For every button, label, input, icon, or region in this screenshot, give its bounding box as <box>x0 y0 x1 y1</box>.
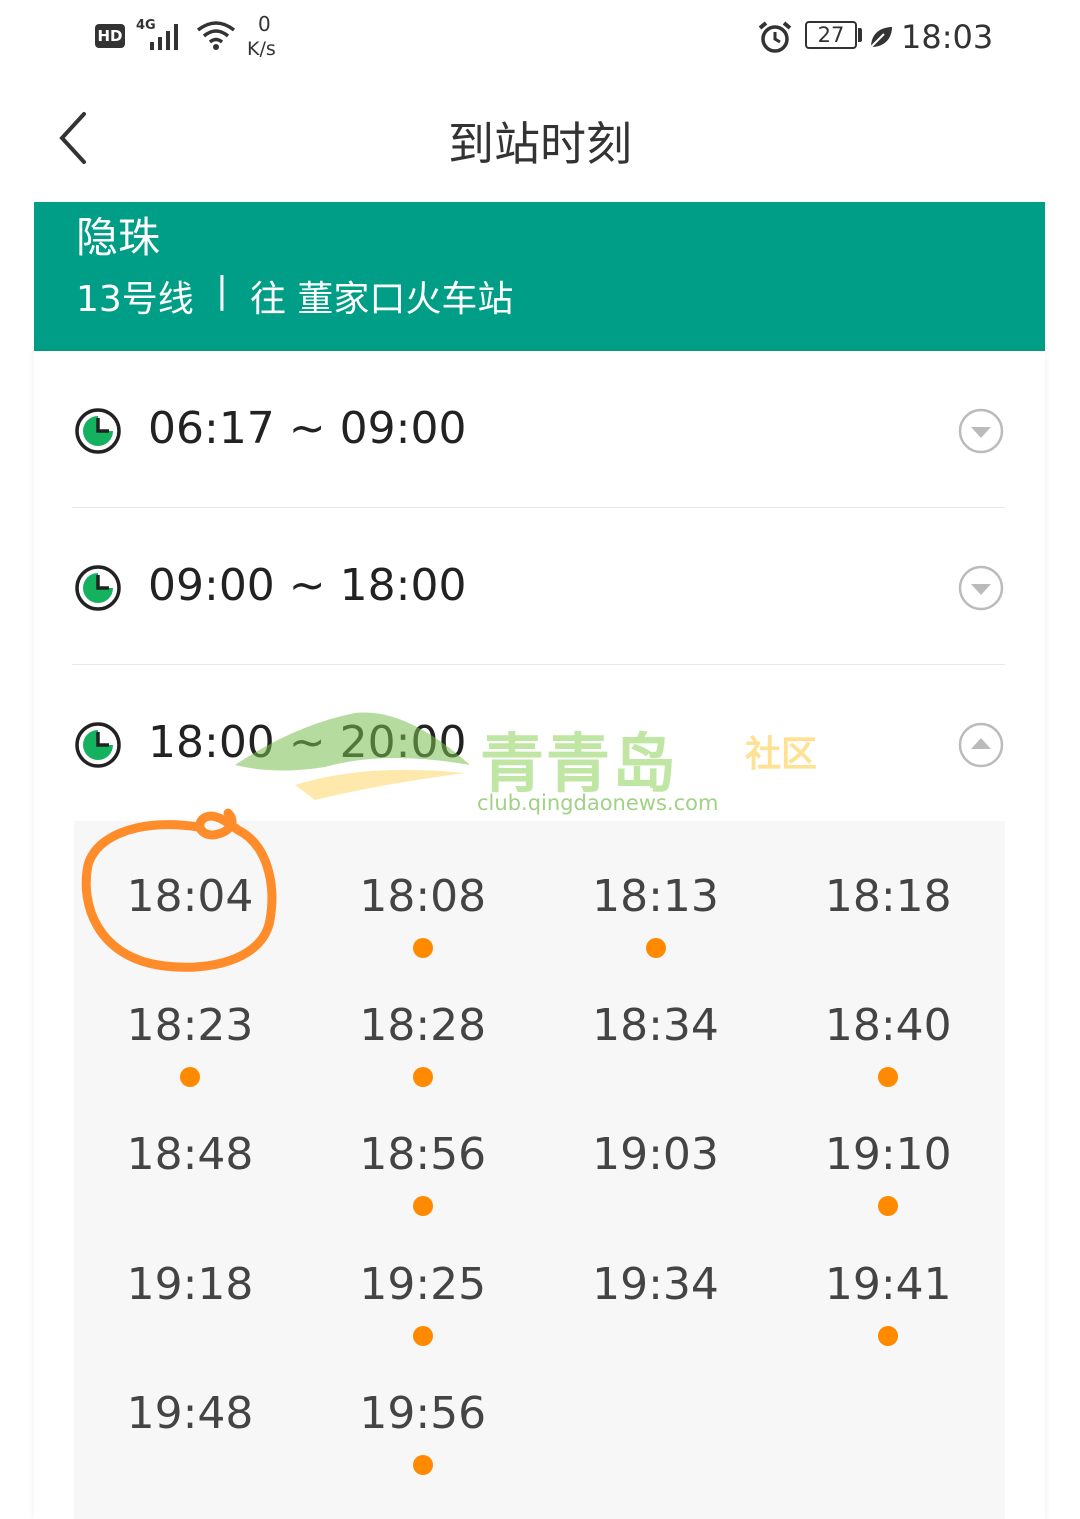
hand-drawn-circle-annotation <box>81 808 277 972</box>
period-label: 09:00 ~ 18:00 <box>148 560 467 611</box>
arrival-time-item: 19:03 <box>540 1079 772 1208</box>
arrival-time-item: 18:48 <box>74 1079 306 1208</box>
arrival-marker-dot <box>878 1325 899 1346</box>
line-number: 13号线 <box>76 279 194 320</box>
arrival-time-item: 18:28 <box>307 950 539 1088</box>
arrival-time-item: 19:56 <box>307 1338 539 1475</box>
arrival-time-text: 18:40 <box>824 1000 952 1052</box>
arrival-time-text: 19:25 <box>359 1258 487 1310</box>
clock-icon <box>75 408 121 454</box>
arrival-time-text: 19:10 <box>824 1129 952 1181</box>
arrival-time-text: 19:18 <box>126 1258 254 1310</box>
arrival-marker-dot <box>412 1454 433 1475</box>
arrival-time-item: 18:56 <box>307 1079 539 1217</box>
expand-down-icon[interactable] <box>957 564 1005 612</box>
arrival-time-item: 18:34 <box>540 950 772 1079</box>
line-separator: | <box>215 270 228 311</box>
cell-signal-icon <box>150 24 178 50</box>
status-bar: HD 4G 0 K/s 27 18:03 <box>0 0 1080 78</box>
arrival-time-text: 18:56 <box>359 1129 487 1181</box>
arrival-time-item: 19:25 <box>307 1209 539 1346</box>
period-label: 18:00 ~ 20:00 <box>148 717 467 768</box>
line-info-card: 隐珠 13号线 | 往 董家口火车站 <box>34 202 1045 351</box>
status-clock: 18:03 <box>901 18 994 56</box>
station-name: 隐珠 <box>76 213 161 262</box>
arrival-time-text: 18:34 <box>592 1000 719 1052</box>
arrival-time-item: 18:13 <box>540 821 772 958</box>
collapse-up-icon[interactable] <box>957 721 1005 769</box>
arrival-time-item: 19:10 <box>772 1079 1004 1217</box>
period-row-1[interactable]: 06:17 ~ 09:00 <box>72 351 1005 507</box>
wifi-icon <box>196 21 236 50</box>
arrival-time-text: 18:08 <box>359 871 487 922</box>
period-label: 06:17 ~ 09:00 <box>148 403 467 454</box>
expand-down-icon[interactable] <box>957 407 1005 455</box>
arrival-time-text: 18:28 <box>359 1000 487 1052</box>
arrival-time-text: 19:56 <box>359 1387 487 1439</box>
battery-tip <box>858 28 862 42</box>
arrival-time-text: 18:18 <box>824 871 952 922</box>
arrival-time-item: 19:48 <box>74 1338 306 1467</box>
arrival-time-item: 19:41 <box>772 1209 1004 1346</box>
arrival-time-text: 19:34 <box>592 1258 719 1310</box>
arrival-time-text: 19:48 <box>126 1387 254 1439</box>
arrival-time-item: 18:18 <box>772 821 1004 950</box>
line-direction-info: 13号线 | 往 董家口火车站 <box>76 270 513 322</box>
clock-icon <box>75 565 121 611</box>
power-saving-leaf-icon <box>870 27 892 48</box>
arrival-time-text: 18:23 <box>126 1000 254 1052</box>
network-speed-value: 0 <box>258 12 271 36</box>
arrival-time-item: 19:34 <box>540 1209 772 1338</box>
page-title: 到站时刻 <box>448 117 632 171</box>
arrival-time-text: 19:03 <box>592 1129 719 1181</box>
period-row-2[interactable]: 09:00 ~ 18:00 <box>72 508 1005 664</box>
hd-badge: HD <box>95 24 125 48</box>
header: 到站时刻 <box>0 78 1080 202</box>
line-direction: 往 董家口火车站 <box>249 279 514 320</box>
clock-icon <box>75 722 121 768</box>
arrival-time-text: 18:48 <box>126 1129 254 1181</box>
arrival-time-item: 19:18 <box>74 1209 306 1338</box>
arrival-time-text: 19:41 <box>824 1258 952 1310</box>
battery-indicator: 27 <box>805 21 857 49</box>
network-speed-unit: K/s <box>247 38 276 60</box>
period-row-3[interactable]: 18:00 ~ 20:00 <box>72 665 1005 821</box>
arrival-time-item: 18:08 <box>307 821 539 958</box>
arrival-time-item: 18:40 <box>772 950 1004 1088</box>
arrival-time-text: 18:13 <box>592 871 719 922</box>
alarm-icon <box>758 21 792 53</box>
